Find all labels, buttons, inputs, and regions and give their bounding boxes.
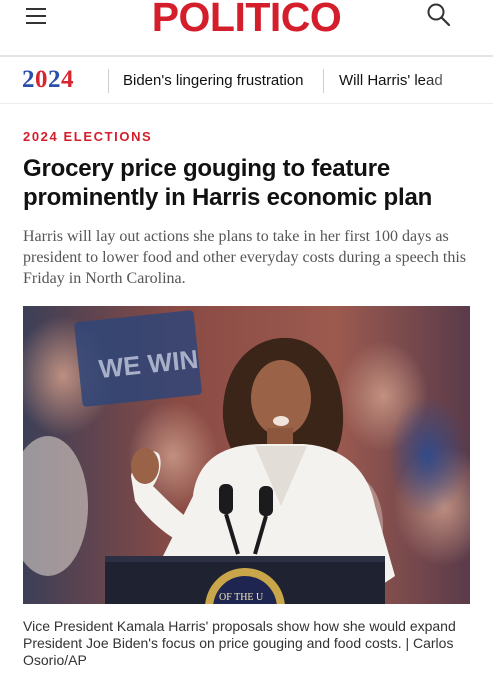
logo-digit: 4 <box>61 66 74 93</box>
photo-kamala-harris-speaking-at-podium: WE WIN OF THE U <box>23 306 470 604</box>
seal-text: OF THE U <box>219 592 264 603</box>
article-photo[interactable]: WE WIN OF THE U <box>23 306 470 604</box>
site-header: POLITICO <box>0 0 493 56</box>
logo-digit: 0 <box>35 66 48 93</box>
politico-logo[interactable]: POLITICO <box>139 0 354 40</box>
logo-digit: 2 <box>22 66 35 93</box>
subnav-divider <box>0 103 493 104</box>
article-dek: Harris will lay out actions she plans to… <box>23 228 466 287</box>
search-icon[interactable] <box>426 2 452 28</box>
section-2024-logo[interactable]: 2024 <box>22 65 74 95</box>
nav-divider <box>323 69 324 93</box>
hamburger-menu-icon[interactable] <box>26 6 48 26</box>
nav-divider <box>108 69 109 93</box>
section-nav: 2024 Biden's lingering frustration Will … <box>0 57 493 103</box>
nav-link-harris-lead[interactable]: Will Harris' lead <box>339 69 443 93</box>
article-headline: Grocery price gouging to feature promine… <box>23 155 433 211</box>
article-kicker[interactable]: 2024 ELECTIONS <box>23 129 152 144</box>
photo-caption: Vice President Kamala Harris' proposals … <box>23 618 456 668</box>
logo-digit: 2 <box>48 66 61 93</box>
nav-link-bidens-frustration[interactable]: Biden's lingering frustration <box>123 69 303 93</box>
